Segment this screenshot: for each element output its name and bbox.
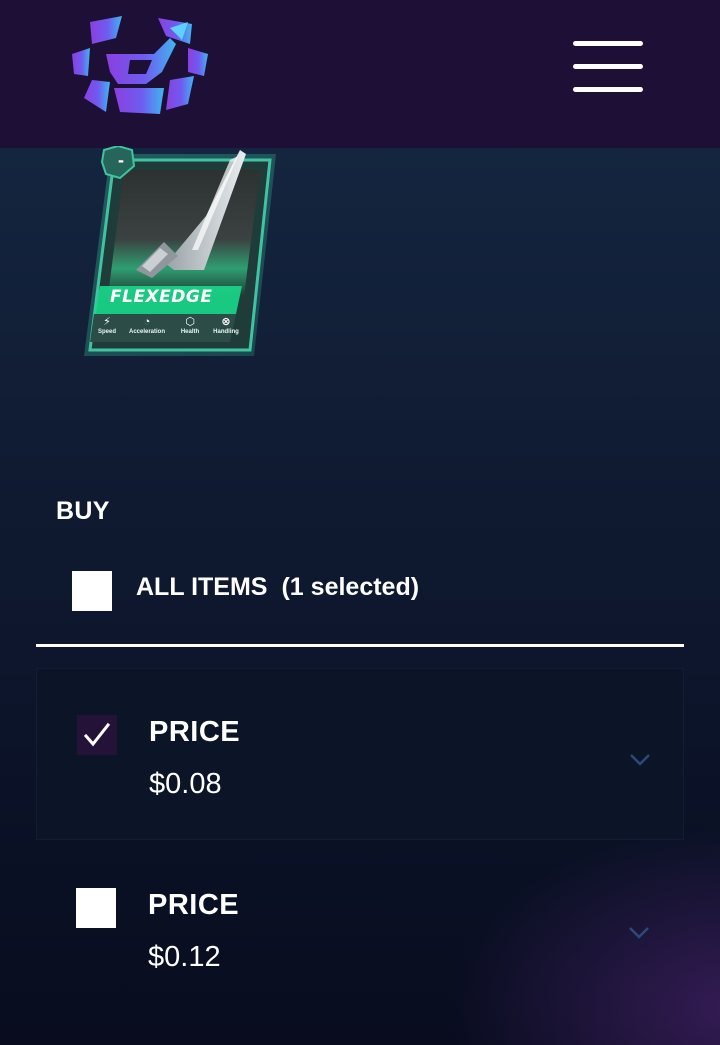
lightning-icon: ⚡ bbox=[103, 316, 111, 328]
all-items-checkbox[interactable] bbox=[72, 571, 112, 611]
chevron-down-icon[interactable] bbox=[628, 926, 650, 940]
listing-row[interactable]: PRICE $0.12 bbox=[36, 848, 684, 1020]
listing-row[interactable]: PRICE $0.08 bbox=[36, 668, 684, 840]
listing-checkbox[interactable] bbox=[76, 888, 116, 928]
section-divider bbox=[36, 644, 684, 647]
stat-label: Handling bbox=[213, 329, 239, 335]
steering-wheel-icon: ⊗ bbox=[221, 316, 231, 328]
listing-price-value: $0.08 bbox=[149, 768, 222, 800]
card-level-badge: - bbox=[118, 150, 124, 170]
stat-acceleration: ◔ Acceleration bbox=[124, 316, 170, 335]
all-items-row: ALL ITEMS (1 selected) bbox=[72, 570, 632, 612]
listing-checkbox[interactable] bbox=[77, 715, 117, 755]
chevron-down-icon[interactable] bbox=[629, 753, 651, 767]
buy-section-title: BUY bbox=[56, 497, 110, 525]
stat-handling: ⊗ Handling bbox=[210, 316, 242, 335]
stat-health: ⬡ Health bbox=[176, 316, 204, 335]
top-header bbox=[0, 0, 720, 148]
listing-price-label: PRICE bbox=[148, 889, 240, 921]
shield-icon: ⬡ bbox=[185, 316, 195, 328]
checkmark-icon bbox=[83, 722, 111, 747]
selected-count: (1 selected) bbox=[281, 573, 420, 601]
listing-price-label: PRICE bbox=[149, 716, 241, 748]
stat-speed: ⚡ Speed bbox=[95, 316, 119, 335]
listing-price-value: $0.12 bbox=[148, 941, 221, 973]
stat-label: Speed bbox=[97, 329, 116, 335]
stat-label: Acceleration bbox=[128, 329, 165, 335]
card-item-name: FLEXEDGE bbox=[110, 287, 213, 307]
stat-label: Health bbox=[180, 329, 200, 335]
hamburger-menu-icon[interactable] bbox=[568, 36, 648, 98]
speedometer-icon: ◔ bbox=[143, 316, 151, 328]
all-items-label: ALL ITEMS (1 selected) bbox=[136, 573, 419, 602]
rocket-hexagon-logo[interactable] bbox=[70, 14, 210, 118]
all-items-text: ALL ITEMS bbox=[136, 573, 268, 601]
